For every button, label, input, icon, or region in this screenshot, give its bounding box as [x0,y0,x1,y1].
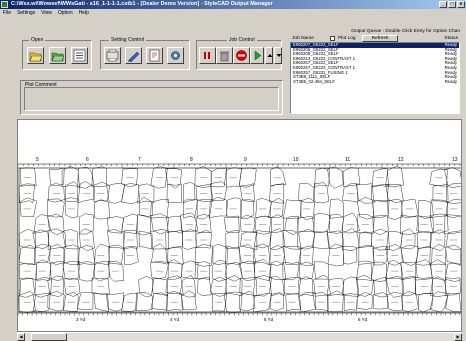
plot-comment-input[interactable] [24,87,279,111]
queue-header: Output Queue : Double Click Entry for Op… [290,29,460,43]
option-setting-button[interactable] [167,47,184,64]
queue-title: Output Queue : Double Click Entry for Op… [351,29,460,34]
menu-option[interactable]: Option [55,9,76,17]
title-bar[interactable]: C:\Wss.wi\Wowsef\WWsGati - s16_1-1-1-1.c… [0,0,466,9]
marker-canvas: 5 6 7 8 9 10 11 12 13 3 Yd 4 Yd 5 Yd 6 Y… [18,157,461,322]
ruler-label-bottom: 3 Yd [76,317,86,322]
list-icon [73,49,86,62]
plot-log-label: Plot Log [338,36,356,41]
ruler-label-top: 5 [36,157,39,163]
col-job-name[interactable]: Job Name [292,36,314,41]
menu-view[interactable]: View [38,9,55,17]
stop-icon [236,50,247,61]
refresh-button[interactable]: Refresh [362,35,398,42]
scroll-right-arrow-icon[interactable]: ▶ [454,333,462,341]
menu-bar: File Settings View Option Help [0,9,466,17]
ruler-label-top: 13 [452,157,458,163]
start-button[interactable] [250,47,264,64]
delete-job-button[interactable] [216,47,233,64]
ruler-label-top: 11 [345,157,350,163]
marker-top-ruler: 5 6 7 8 9 10 11 12 13 [18,157,461,168]
col-status[interactable]: Status [444,36,458,41]
stop-button[interactable] [233,47,250,64]
plotter-icon [106,49,119,62]
arrow-down-icon [276,54,282,57]
page-setup-icon [149,49,160,62]
ruler-label-bottom: 6 Yd [358,317,368,322]
ruler-label-bottom: 4 Yd [170,317,180,322]
menu-file[interactable]: File [0,9,14,17]
menu-settings[interactable]: Settings [14,9,38,17]
trash-icon [220,51,229,62]
ruler-label-bottom: 5 Yd [264,317,274,322]
move-down-button[interactable] [274,47,282,64]
plot-comment-group: Plot Comment [20,80,283,115]
gear-icon [171,51,180,60]
pen-setting-button[interactable] [125,47,142,64]
job-control-group: Job Control [196,37,282,70]
scroll-left-arrow-icon[interactable]: ◀ [17,333,25,341]
window-title: C:\Wss.wi\Wowsef\WWsGati - s16_1-1-1-1.c… [11,1,273,7]
play-icon [254,50,262,61]
queue-row[interactable]: ST3B6_02-484_SELF Ready [291,79,459,85]
horizontal-scrollbar[interactable]: ◀ ▶ [17,332,462,341]
minimize-button[interactable]: _ [439,1,447,8]
open-group: Open [22,37,92,70]
pause-button[interactable] [199,47,216,64]
ruler-label-top: 9 [244,157,247,163]
ruler-label-top: 10 [293,157,299,163]
menu-help[interactable]: Help [76,9,92,17]
scrollbar-thumb[interactable] [31,333,67,341]
plot-log-checkbox[interactable] [330,36,335,41]
setting-control-label: Setting Control [109,37,147,43]
ruler-label-top: 8 [190,157,193,163]
app-window: C:\Wss.wi\Wowsef\WWsGati - s16_1-1-1-1.c… [0,0,466,341]
pause-icon [204,52,210,59]
maximize-button[interactable]: □ [448,1,456,8]
open-folder-icon [29,52,42,62]
page-setting-button[interactable] [146,47,163,64]
ruler-label-top: 7 [138,157,141,163]
close-button[interactable]: x [457,1,465,8]
marker-pieces [18,165,461,313]
plotter-setting-button[interactable] [104,47,121,64]
app-icon [1,1,8,8]
ruler-label-top: 6 [86,157,89,163]
pen-icon [128,51,140,62]
marker-file-icon [51,52,64,62]
move-up-button[interactable] [265,47,273,64]
open-list-button[interactable] [71,47,88,64]
ruler-label-top: 12 [398,157,404,163]
output-queue-list[interactable]: E960207_G6222_SELF Ready E960206_G6222_SE… [290,42,460,114]
job-control-label: Job Control [227,37,257,43]
setting-control-group: Setting Control [100,37,190,70]
marker-bottom-ruler: 3 Yd 4 Yd 5 Yd 6 Yd [18,312,461,322]
arrow-up-icon [267,54,273,57]
marker-preview[interactable]: 5 6 7 8 9 10 11 12 13 3 Yd 4 Yd 5 Yd 6 Y… [17,119,462,332]
open-folder-button[interactable] [27,47,44,64]
open-marker-button[interactable] [49,47,66,64]
open-group-label: Open [29,37,46,43]
